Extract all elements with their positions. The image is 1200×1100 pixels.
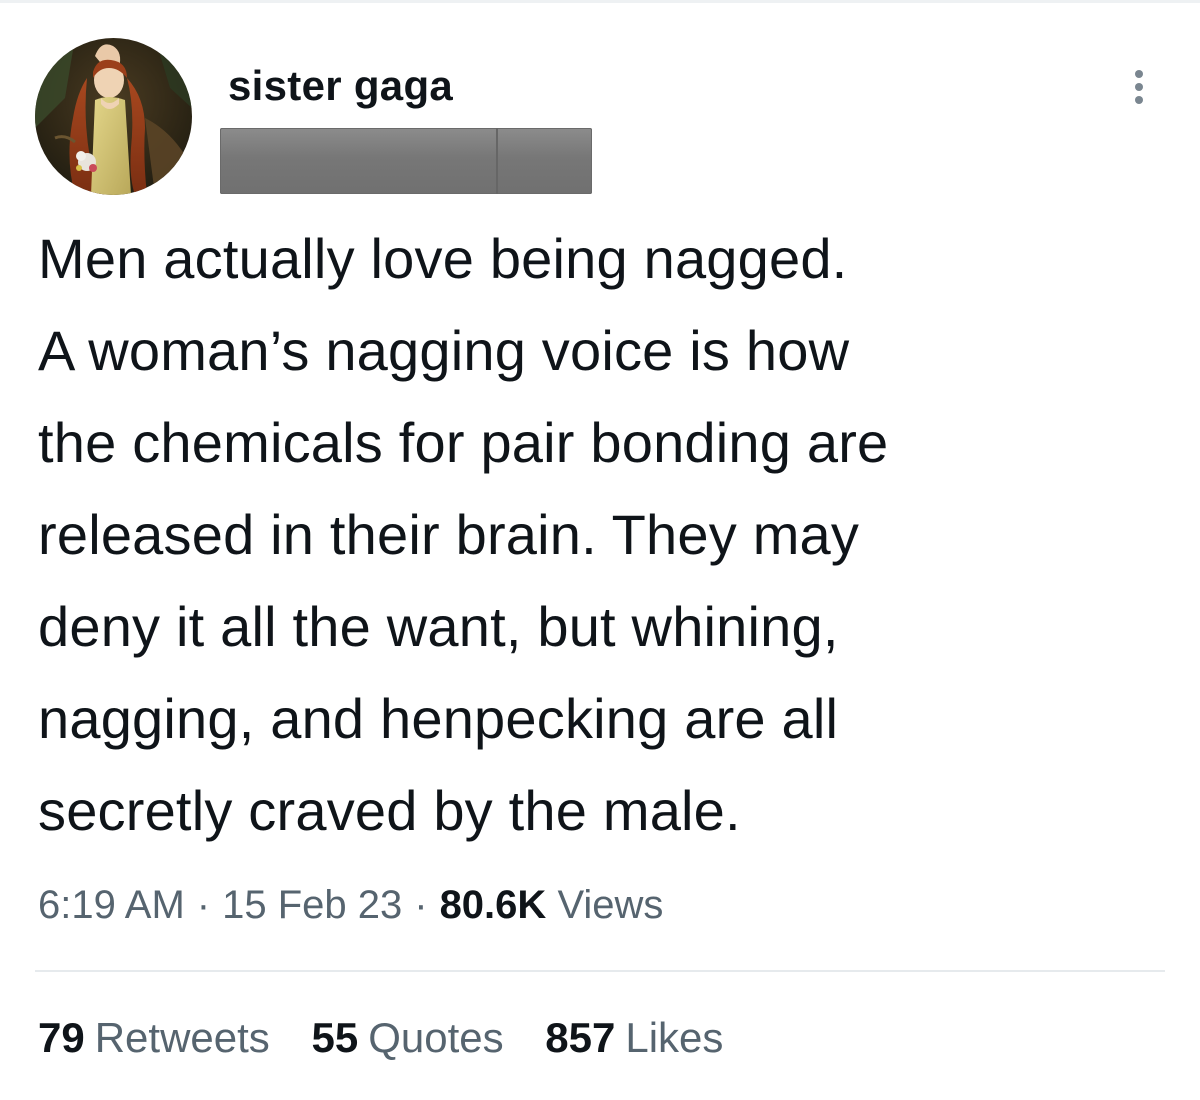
tweet-text-line: A woman’s nagging voice is how [38,319,850,382]
tweet: sister gaga Men actually love being nagg… [0,0,1200,1100]
quotes-label: Quotes [368,1014,504,1061]
quotes-count: 55 [311,1014,359,1061]
retweets-label: Retweets [94,1014,270,1061]
meta-separator: · [414,883,428,927]
tweet-meta: 6:19 AM · 15 Feb 23 · 80.6K Views [38,883,663,928]
tweet-text-line: secretly craved by the male. [38,779,741,842]
tweet-text: Men actually love being nagged. A woman’… [38,213,1178,857]
engagement-stats: 79 Retweets 55 Quotes 857 Likes [38,1014,753,1062]
tweet-text-line: nagging, and henpecking are all [38,687,839,750]
tweet-time[interactable]: 6:19 AM [38,883,185,927]
handle-redaction [220,128,592,194]
divider [35,970,1165,972]
likes-count: 857 [545,1014,616,1061]
avatar[interactable] [35,38,192,195]
views-count: 80.6K [439,883,547,927]
views-label: Views [557,883,664,927]
tweet-text-line: Men actually love being nagged. [38,227,848,290]
avatar-painting [35,38,192,195]
retweets-count: 79 [38,1014,85,1061]
tweet-text-line: released in their brain. They may [38,503,860,566]
quotes-stat[interactable]: 55 Quotes [311,1014,503,1061]
tweet-date[interactable]: 15 Feb 23 [222,883,402,927]
tweet-text-line: deny it all the want, but whining, [38,595,839,658]
more-vertical-icon[interactable] [1122,62,1156,110]
tweet-text-line: the chemicals for pair bonding are [38,411,889,474]
retweets-stat[interactable]: 79 Retweets [38,1014,270,1061]
meta-separator: · [196,883,211,927]
likes-stat[interactable]: 857 Likes [545,1014,723,1061]
likes-label: Likes [625,1014,724,1061]
display-name[interactable]: sister gaga [228,62,453,110]
